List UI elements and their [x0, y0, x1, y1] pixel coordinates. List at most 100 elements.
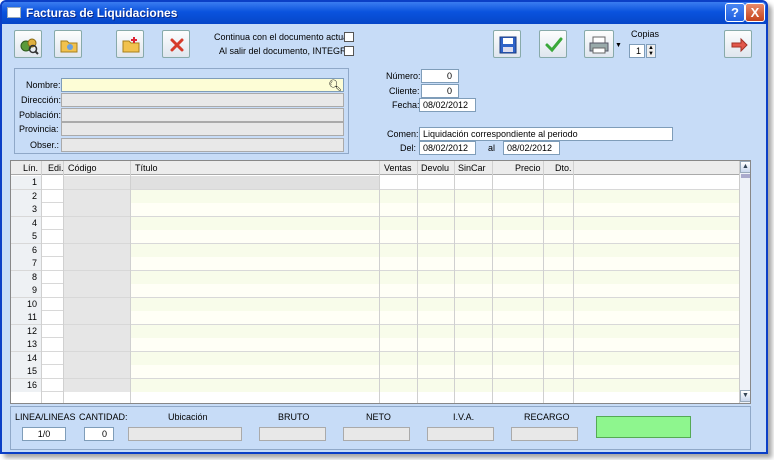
codigo-cell[interactable] [63, 243, 130, 257]
table-row[interactable]: 8 [11, 270, 739, 284]
print-button[interactable] [584, 30, 614, 58]
search-people-button[interactable] [14, 30, 42, 58]
col-edi[interactable]: Edi. [48, 161, 64, 175]
codigo-cell[interactable] [63, 203, 130, 216]
row-cells[interactable] [130, 324, 739, 338]
table-row[interactable]: 11 [11, 311, 739, 325]
codigo-cell[interactable] [63, 378, 130, 392]
col-dto[interactable]: Dto. [555, 161, 572, 175]
table-row[interactable]: 15 [11, 365, 739, 379]
delete-button[interactable] [162, 30, 190, 58]
scroll-thumb[interactable] [741, 174, 750, 178]
linea-value: 1/0 [22, 427, 66, 441]
recargo-label: RECARGO [524, 412, 570, 422]
poblacion-input[interactable] [61, 108, 344, 122]
codigo-cell[interactable] [63, 311, 130, 324]
provincia-input[interactable] [61, 122, 344, 136]
copies-spinner[interactable]: ▲ ▼ [646, 44, 656, 58]
col-codigo[interactable]: Código [68, 161, 97, 175]
table-row[interactable]: 2 [11, 189, 739, 203]
table-row[interactable]: 12 [11, 324, 739, 338]
new-document-button[interactable] [116, 30, 144, 58]
totals-panel: LINEA/LINEAS 1/0 CANTIDAD: 0 Ubicación B… [10, 406, 751, 450]
search-customer-icon[interactable]: 🔍︎ [328, 79, 342, 92]
table-row[interactable]: 7 [11, 257, 739, 271]
help-button[interactable]: ? [725, 3, 745, 22]
col-ventas[interactable]: Ventas [384, 161, 412, 175]
col-sincar[interactable]: SinCar [458, 161, 486, 175]
row-cells[interactable] [130, 216, 739, 230]
scroll-down-icon[interactable]: ▼ [740, 390, 750, 402]
col-titulo[interactable]: Título [135, 161, 158, 175]
lines-grid[interactable]: Lín. Edi. Código Título Ventas Devolu Si… [10, 160, 751, 404]
bruto-label: BRUTO [278, 412, 310, 422]
direccion-input[interactable] [61, 93, 344, 107]
row-cells[interactable] [130, 203, 739, 216]
row-number: 10 [11, 297, 41, 311]
codigo-cell[interactable] [63, 365, 130, 378]
obser-input[interactable] [61, 138, 344, 152]
row-cells[interactable] [130, 378, 739, 392]
codigo-cell[interactable] [63, 257, 130, 270]
integra-option-checkbox[interactable] [344, 46, 354, 56]
exit-button[interactable] [724, 30, 752, 58]
codigo-cell[interactable] [63, 351, 130, 365]
save-icon [499, 36, 517, 54]
col-lin[interactable]: Lín. [23, 161, 38, 175]
codigo-cell[interactable] [63, 284, 130, 297]
table-row[interactable]: 14 [11, 351, 739, 365]
codigo-cell[interactable] [63, 189, 130, 203]
col-devolu[interactable]: Devolu [421, 161, 449, 175]
row-cells[interactable] [130, 297, 739, 311]
numero-input[interactable]: 0 [421, 69, 459, 83]
obser-label: Obser.: [30, 140, 60, 150]
table-row[interactable]: 5 [11, 230, 739, 244]
row-cells[interactable] [130, 230, 739, 243]
row-cells[interactable] [130, 189, 739, 203]
codigo-cell[interactable] [63, 338, 130, 351]
row-cells[interactable] [130, 284, 739, 297]
comen-input[interactable]: Liquidación correspondiente al periodo [419, 127, 673, 141]
codigo-cell[interactable] [63, 297, 130, 311]
open-button[interactable] [54, 30, 82, 58]
nombre-input[interactable] [61, 78, 344, 92]
codigo-cell[interactable] [63, 216, 130, 230]
fecha-input[interactable]: 08/02/2012 [419, 98, 476, 112]
row-cells[interactable] [130, 270, 739, 284]
continue-option-checkbox[interactable] [344, 32, 354, 42]
table-row[interactable]: 16 [11, 378, 739, 392]
row-cells[interactable] [130, 311, 739, 324]
table-row[interactable]: 6 [11, 243, 739, 257]
bruto-value [259, 427, 326, 441]
row-cells[interactable] [130, 351, 739, 365]
table-row[interactable]: 4 [11, 216, 739, 230]
row-cells[interactable] [130, 243, 739, 257]
codigo-cell[interactable] [63, 230, 130, 243]
scroll-up-icon[interactable]: ▲ [740, 161, 750, 173]
save-button[interactable] [493, 30, 521, 58]
al-date-input[interactable]: 08/02/2012 [503, 141, 560, 155]
table-row[interactable]: 10 [11, 297, 739, 311]
table-row[interactable]: 1 [11, 176, 739, 190]
copies-input[interactable]: 1 [629, 44, 645, 58]
codigo-cell[interactable] [63, 324, 130, 338]
table-row[interactable]: 9 [11, 284, 739, 298]
accept-button[interactable] [539, 30, 567, 58]
row-number: 8 [11, 270, 41, 284]
row-cells[interactable] [130, 176, 379, 189]
row-number: 4 [11, 216, 41, 230]
table-row[interactable]: 3 [11, 203, 739, 217]
row-cells[interactable] [130, 257, 739, 270]
codigo-cell[interactable] [63, 176, 130, 189]
row-cells[interactable] [130, 338, 739, 351]
cliente-input[interactable]: 0 [421, 84, 459, 98]
close-button[interactable]: X [745, 3, 765, 22]
col-precio[interactable]: Precio [515, 161, 541, 175]
neto-label: NETO [366, 412, 391, 422]
del-date-input[interactable]: 08/02/2012 [419, 141, 476, 155]
table-row[interactable]: 13 [11, 338, 739, 352]
print-options-arrow[interactable]: ▼ [615, 42, 622, 49]
codigo-cell[interactable] [63, 270, 130, 284]
row-cells[interactable] [130, 365, 739, 378]
grid-vertical-scrollbar[interactable]: ▲ ▼ [739, 161, 750, 403]
